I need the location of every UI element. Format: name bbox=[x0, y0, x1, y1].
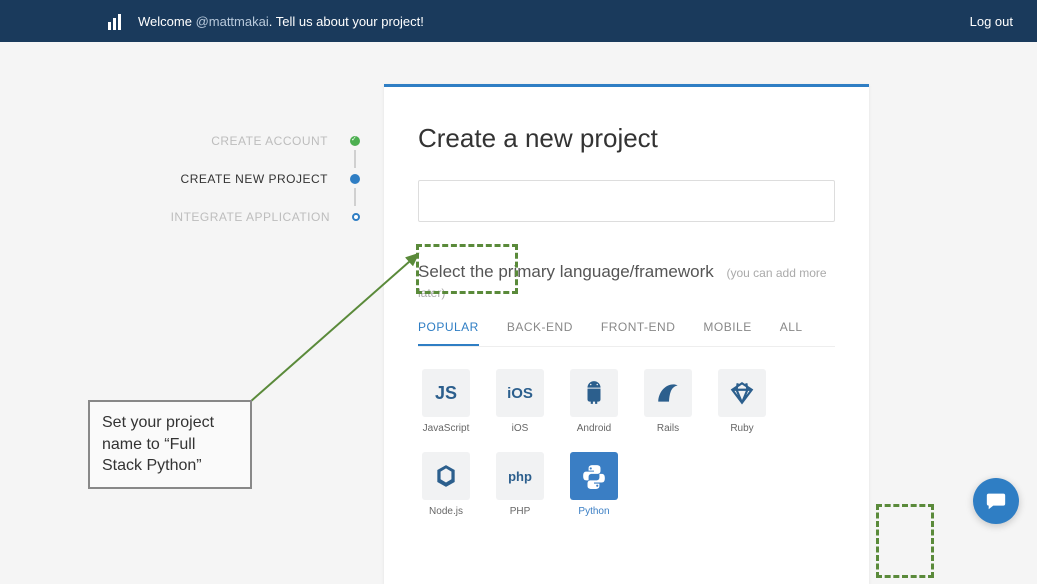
page-title: Create a new project bbox=[418, 123, 835, 154]
chat-launcher-button[interactable] bbox=[973, 478, 1019, 524]
tile-label: PHP bbox=[492, 506, 548, 517]
welcome-prefix: Welcome bbox=[138, 14, 196, 29]
tile-python[interactable]: Python bbox=[566, 452, 622, 517]
php-icon: php bbox=[496, 452, 544, 500]
tile-label: Python bbox=[566, 506, 622, 517]
tile-ruby[interactable]: Ruby bbox=[714, 369, 770, 434]
tab-frontend[interactable]: FRONT-END bbox=[601, 320, 676, 346]
circle-icon bbox=[352, 213, 360, 221]
node-icon bbox=[422, 452, 470, 500]
step-label: INTEGRATE APPLICATION bbox=[171, 210, 330, 224]
chat-icon bbox=[985, 490, 1007, 512]
tile-php[interactable]: php PHP bbox=[492, 452, 548, 517]
topbar: Welcome @mattmakai. Tell us about your p… bbox=[0, 0, 1037, 42]
python-icon bbox=[570, 452, 618, 500]
step-integrate-application: INTEGRATE APPLICATION bbox=[155, 198, 360, 236]
ruby-icon bbox=[718, 369, 766, 417]
tile-label: Ruby bbox=[714, 423, 770, 434]
tile-label: Android bbox=[566, 423, 622, 434]
tile-android[interactable]: Android bbox=[566, 369, 622, 434]
js-icon: JS bbox=[422, 369, 470, 417]
tile-javascript[interactable]: JS JavaScript bbox=[418, 369, 474, 434]
step-label: CREATE ACCOUNT bbox=[211, 134, 328, 148]
tab-mobile[interactable]: MOBILE bbox=[703, 320, 751, 346]
project-name-input[interactable] bbox=[418, 180, 835, 222]
tile-nodejs[interactable]: Node.js bbox=[418, 452, 474, 517]
step-label: CREATE NEW PROJECT bbox=[181, 172, 328, 186]
annotation-text: Set your project name to “Full Stack Pyt… bbox=[102, 414, 214, 474]
onboarding-steps: CREATE ACCOUNT CREATE NEW PROJECT INTEGR… bbox=[155, 122, 360, 236]
step-create-account: CREATE ACCOUNT bbox=[155, 122, 360, 160]
tile-rails[interactable]: Rails bbox=[640, 369, 696, 434]
section-label: Select the primary language/framework (y… bbox=[418, 262, 835, 302]
create-project-card: Create a new project Select the primary … bbox=[384, 84, 869, 584]
tile-label: iOS bbox=[492, 423, 548, 434]
tab-popular[interactable]: POPULAR bbox=[418, 320, 479, 346]
section-label-text: Select the primary language/framework bbox=[418, 262, 714, 281]
tile-label: Rails bbox=[640, 423, 696, 434]
android-icon bbox=[570, 369, 618, 417]
tab-backend[interactable]: BACK-END bbox=[507, 320, 573, 346]
tab-all[interactable]: ALL bbox=[780, 320, 803, 346]
username: @mattmakai bbox=[196, 14, 269, 29]
tile-label: JavaScript bbox=[418, 423, 474, 434]
annotation-callout: Set your project name to “Full Stack Pyt… bbox=[88, 400, 252, 489]
framework-tiles: JS JavaScript iOS iOS Android Rails bbox=[418, 369, 835, 517]
welcome-text: Welcome @mattmakai. Tell us about your p… bbox=[138, 14, 424, 29]
dot-icon bbox=[350, 174, 360, 184]
tile-label: Node.js bbox=[418, 506, 474, 517]
rails-icon bbox=[644, 369, 692, 417]
logout-link[interactable]: Log out bbox=[970, 14, 1013, 29]
ios-icon: iOS bbox=[496, 369, 544, 417]
welcome-suffix: . Tell us about your project! bbox=[269, 14, 424, 29]
framework-tabs: POPULAR BACK-END FRONT-END MOBILE ALL bbox=[418, 320, 835, 347]
tile-ios[interactable]: iOS iOS bbox=[492, 369, 548, 434]
step-create-new-project: CREATE NEW PROJECT bbox=[155, 160, 360, 198]
check-icon bbox=[350, 136, 360, 146]
annotation-highlight-python bbox=[876, 504, 934, 578]
logo-icon bbox=[108, 12, 126, 30]
